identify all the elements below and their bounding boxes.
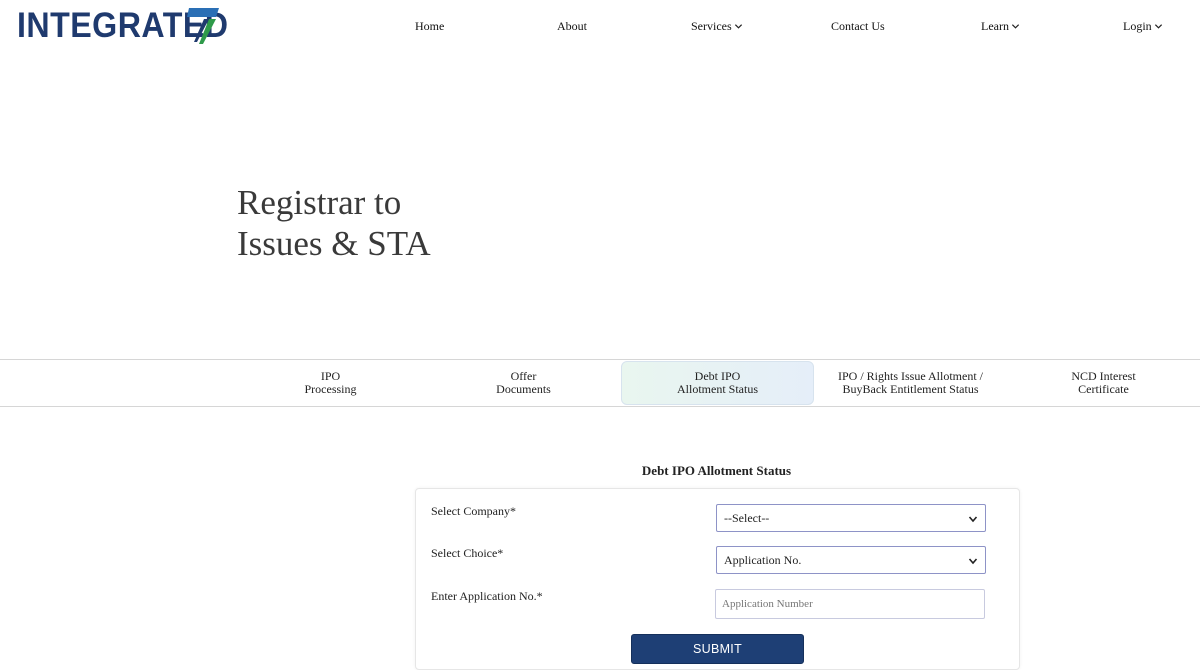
- chevron-down-icon: [1011, 24, 1020, 29]
- tab-label-line-2: BuyBack Entitlement Status: [842, 382, 979, 396]
- application-number-label: Enter Application No.*: [431, 589, 543, 603]
- nav-about[interactable]: About: [557, 19, 587, 34]
- tab-ipo-rights-buyback-status[interactable]: IPO / Rights Issue Allotment / BuyBack E…: [814, 360, 1007, 406]
- application-number-input[interactable]: [715, 589, 985, 619]
- chevron-down-icon: [968, 516, 978, 523]
- select-choice-value: Application No.: [724, 552, 802, 567]
- nav-learn-label: Learn: [981, 19, 1009, 33]
- chevron-down-icon: [734, 24, 742, 29]
- submit-button[interactable]: SUBMIT: [631, 634, 804, 664]
- nav-contact-us-label: Contact Us: [831, 19, 885, 33]
- nav-login[interactable]: Login: [1123, 19, 1163, 34]
- hero-title-line-2: Issues & STA: [237, 224, 431, 263]
- select-company-value: --Select--: [724, 510, 770, 525]
- tab-label-line-2: Processing: [304, 382, 357, 396]
- nav-about-label: About: [557, 19, 587, 33]
- chevron-down-icon: [968, 558, 978, 565]
- select-company-dropdown[interactable]: --Select--: [716, 504, 986, 532]
- tab-offer-documents[interactable]: Offer Documents: [427, 360, 620, 406]
- nav-contact-us[interactable]: Contact Us: [831, 19, 885, 34]
- select-choice-label: Select Choice*: [431, 546, 504, 560]
- tab-label-line-2: Allotment Status: [677, 382, 758, 396]
- main-nav: Home About Services Contact Us Learn Log…: [0, 19, 1200, 37]
- hero-title-line-1: Registrar to: [237, 183, 402, 222]
- nav-home-label: Home: [415, 19, 445, 33]
- nav-services[interactable]: Services: [691, 19, 743, 34]
- nav-learn[interactable]: Learn: [981, 19, 1020, 34]
- chevron-down-icon: [1154, 24, 1162, 29]
- tab-ipo-processing[interactable]: IPO Processing: [234, 360, 427, 406]
- site-header: INTEGRATED Home About Services Contact U…: [0, 0, 1200, 56]
- hero-title: Registrar to Issues & STA: [237, 182, 431, 264]
- select-company-label: Select Company*: [431, 504, 516, 518]
- nav-login-label: Login: [1123, 19, 1152, 33]
- nav-home[interactable]: Home: [415, 19, 444, 34]
- select-choice-dropdown[interactable]: Application No.: [716, 546, 986, 574]
- allotment-status-form: Select Company* --Select-- Select Choice…: [415, 488, 1020, 670]
- services-tab-bar: IPO Processing Offer Documents Debt IPO …: [0, 359, 1200, 407]
- tab-label-line-2: Certificate: [1078, 382, 1129, 396]
- form-title: Debt IPO Allotment Status: [641, 463, 792, 478]
- tab-label-line-2: Documents: [496, 382, 551, 396]
- tab-debt-ipo-allotment-status[interactable]: Debt IPO Allotment Status: [621, 361, 814, 405]
- tab-ncd-interest-certificate[interactable]: NCD Interest Certificate: [1007, 360, 1200, 406]
- nav-services-label: Services: [691, 19, 732, 33]
